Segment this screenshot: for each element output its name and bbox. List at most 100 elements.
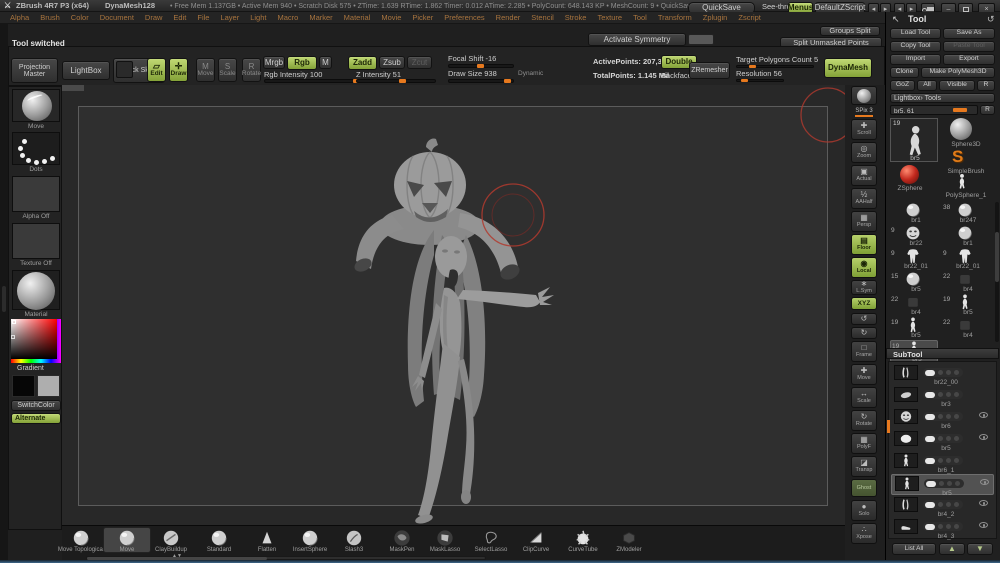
menu-item-tool[interactable]: Tool	[633, 13, 647, 22]
current-tool-thumbnail[interactable]: 19 br5	[890, 118, 938, 162]
resolution-slider[interactable]: Resolution 56	[736, 70, 782, 78]
recent-tool-item[interactable]: 22br4	[942, 271, 990, 293]
menu-item-render[interactable]: Render	[496, 13, 521, 22]
right-shelf-persp[interactable]: ▦Persp	[851, 211, 877, 232]
switch-color-button[interactable]: SwitchColor	[11, 400, 61, 411]
paste-tool-button[interactable]: Paste Tool	[943, 41, 995, 52]
color-picker[interactable]	[11, 319, 61, 363]
right-shelf-solo[interactable]: ●Solo	[851, 500, 877, 521]
draw-size-handle[interactable]	[504, 79, 511, 83]
brush-curvetube[interactable]	[573, 529, 593, 547]
right-shelf-local[interactable]: ◉Local	[851, 257, 877, 278]
dynamesh-button[interactable]: DynaMesh	[824, 58, 872, 78]
visibility-toggles[interactable]	[923, 500, 963, 509]
draw-size-slider[interactable]: Draw Size 938	[448, 70, 497, 78]
symmetry-value-box[interactable]	[688, 34, 714, 45]
menu-item-zplugin[interactable]: Zplugin	[703, 13, 728, 22]
right-shelf-move[interactable]: ✚Move	[851, 364, 877, 385]
right-shelf-xpose[interactable]: ∴Xpose	[851, 523, 877, 544]
focal-shift-handle[interactable]	[477, 64, 484, 68]
subtool-row[interactable]: br3	[891, 386, 994, 407]
brush-maskpen[interactable]	[392, 529, 412, 547]
recent-tool-item[interactable]: 22br4	[890, 294, 938, 316]
starter-sphere3d[interactable]	[950, 118, 972, 140]
brush-standard[interactable]	[209, 529, 229, 547]
current-stroke-thumbnail[interactable]	[12, 132, 60, 165]
menu-item-layer[interactable]: Layer	[220, 13, 239, 22]
visibility-toggles[interactable]	[923, 522, 963, 531]
subtool-row[interactable]: br6_1	[891, 452, 994, 473]
import-button[interactable]: Import	[890, 54, 941, 65]
right-shelf-actual[interactable]: ▣Actual	[851, 165, 877, 186]
visibility-toggles[interactable]	[923, 434, 963, 443]
starter-simplebrush[interactable]: S	[952, 148, 963, 167]
recent-tool-item[interactable]: br1	[890, 202, 938, 224]
menu-item-picker[interactable]: Picker	[412, 13, 433, 22]
left-divider-handle[interactable]	[2, 286, 6, 312]
brush-slash3[interactable]	[344, 529, 364, 547]
projection-master-button[interactable]: Projection Master	[11, 58, 58, 83]
right-shelf-xyz[interactable]: XYZ	[851, 297, 877, 310]
all-button[interactable]: All	[917, 80, 937, 91]
m-button[interactable]: M	[319, 56, 332, 69]
zremesher-button[interactable]: ZRemesher	[689, 62, 730, 79]
main-color-swatch[interactable]	[12, 375, 35, 397]
right-shelf-transp[interactable]: ◪Transp	[851, 456, 877, 477]
right-shelf-rotate[interactable]: ↻Rotate	[851, 410, 877, 431]
brush-clipcurve[interactable]	[526, 529, 546, 547]
groups-split-button[interactable]: Groups Split	[820, 26, 880, 36]
r-button[interactable]: R	[977, 80, 995, 91]
edit-button[interactable]: ▱Edit	[147, 58, 166, 82]
menu-item-transform[interactable]: Transform	[658, 13, 692, 22]
gradient-label[interactable]: Gradient	[17, 365, 44, 373]
menu-item-stencil[interactable]: Stencil	[531, 13, 554, 22]
right-shelf-polyf[interactable]: ▦PolyF	[851, 433, 877, 454]
menu-item-zscript[interactable]: Zscript	[738, 13, 761, 22]
move-button[interactable]: MMove	[196, 58, 215, 82]
recent-tool-item[interactable]: 15br5	[890, 271, 938, 293]
subtool-row[interactable]: br4_2	[891, 496, 994, 517]
subtool-down-button[interactable]: ▼	[967, 543, 993, 555]
load-tool-button[interactable]: Load Tool	[890, 28, 941, 39]
eye-icon[interactable]	[979, 500, 988, 506]
right-shelf-ghost[interactable]: Ghost	[851, 479, 877, 497]
visibility-toggles[interactable]	[923, 368, 963, 377]
right-shelf-frame[interactable]: □Frame	[851, 341, 877, 362]
menu-item-marker[interactable]: Marker	[309, 13, 332, 22]
eye-icon[interactable]	[980, 479, 989, 485]
recent-tool-item[interactable]: br1	[942, 225, 990, 247]
menu-item-movie[interactable]: Movie	[381, 13, 401, 22]
eye-icon[interactable]	[979, 522, 988, 528]
list-all-button[interactable]: List All	[892, 543, 936, 555]
menu-item-draw[interactable]: Draw	[145, 13, 163, 22]
recent-tool-item[interactable]: 19br5	[942, 294, 990, 316]
subtool-row[interactable]: br5	[891, 474, 994, 495]
current-brush-thumbnail[interactable]	[12, 89, 60, 122]
z-intensity-slider[interactable]: Z Intensity 51	[356, 71, 401, 79]
starter-zsphere[interactable]	[900, 165, 919, 184]
menu-item-brush[interactable]: Brush	[40, 13, 60, 22]
right-shelf-floor[interactable]: ▤Floor	[851, 234, 877, 255]
recent-tool-item[interactable]: 9br22	[890, 225, 938, 247]
recent-tool-item[interactable]: 22br4	[942, 317, 990, 339]
subtool-up-button[interactable]: ▲	[939, 543, 965, 555]
export-button[interactable]: Export	[943, 54, 995, 65]
recent-tool-item[interactable]: 19br5	[890, 317, 938, 339]
focal-shift-slider[interactable]: Focal Shift -16	[448, 55, 496, 63]
brush-selectlasso[interactable]	[481, 529, 501, 547]
brush-move[interactable]	[117, 529, 137, 547]
restore-configuration-icon[interactable]: ↺	[987, 15, 995, 25]
secondary-color-swatch[interactable]	[37, 375, 60, 397]
make-polymesh3d-button[interactable]: Make PolyMesh3D	[921, 67, 995, 78]
brush-insertsphere[interactable]	[300, 529, 320, 547]
resolution-handle[interactable]	[741, 79, 748, 82]
subtool-row[interactable]: br5	[891, 430, 994, 451]
subtool-header[interactable]: SubTool	[886, 348, 999, 359]
brush-flatten[interactable]	[257, 529, 277, 547]
lightbox-tools-button[interactable]: Lightbox› Tools	[890, 93, 995, 103]
z-intensity-handle[interactable]	[399, 79, 406, 83]
menu-item-light[interactable]: Light	[250, 13, 266, 22]
brush-claybuildup[interactable]	[161, 529, 181, 547]
lightbox-button[interactable]: LightBox	[62, 61, 110, 80]
visible-button[interactable]: Visible	[939, 80, 975, 91]
